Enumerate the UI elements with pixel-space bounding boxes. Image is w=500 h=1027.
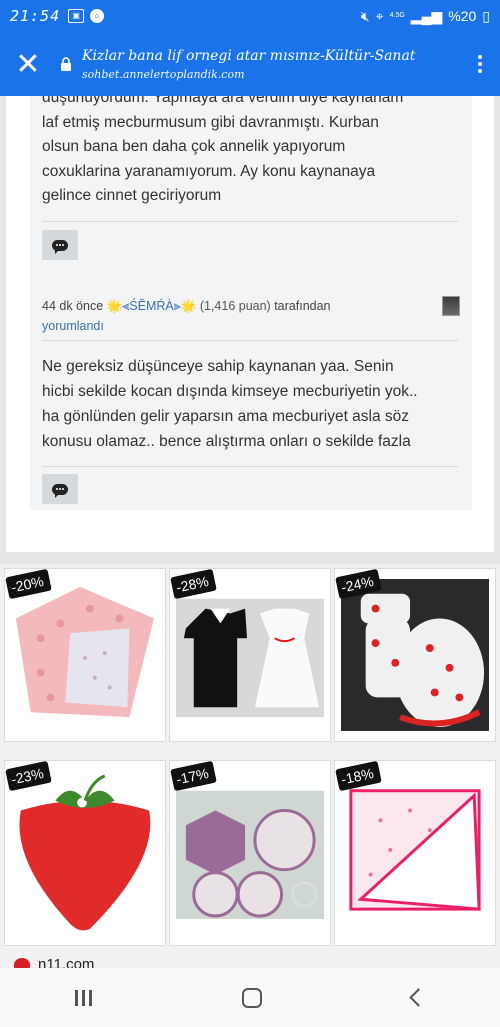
signal-icon: ▂▄▆	[410, 7, 443, 24]
home-notification-icon: ⌂	[90, 9, 105, 23]
reply-button[interactable]	[42, 230, 78, 260]
gallery-icon: ▣	[68, 9, 85, 23]
reply-icon	[52, 239, 68, 254]
comment-text: Ne gereksiz düşünceye sahip kaynanan yaa…	[42, 358, 418, 450]
comments-panel: düşünüyordum. Yapmaya ara verdim diye ka…	[6, 96, 494, 552]
status-bar: 21:54 ▣ ⌂ 🔇︎ ⌖ 4.5G ▂▄▆ %20 ▯	[0, 0, 500, 32]
product-image-towel	[341, 771, 489, 935]
product-image-gloves	[341, 579, 489, 731]
reply-button[interactable]	[42, 474, 78, 504]
page-title-area[interactable]: Kizlar bana lif ornegi atar mısınız-Kült…	[82, 48, 460, 81]
network-label: 4.5G	[389, 12, 405, 19]
page-title: Kizlar bana lif ornegi atar mısınız-Kült…	[82, 47, 416, 64]
ad-product-tile[interactable]: -28%	[169, 568, 331, 742]
comment-card: 44 dk önce 🌟⫷ŚĔMŔÀ⫸🌟 (1,416 puan) tarafı…	[30, 284, 472, 510]
ad-product-tile[interactable]: -17%	[169, 760, 331, 946]
user-points: (1,416 puan)	[199, 299, 271, 313]
status-time: 21:54	[10, 7, 61, 25]
product-image-strawberry	[11, 771, 159, 935]
ad-product-tile[interactable]: -24%	[334, 568, 496, 742]
ad-product-tile[interactable]: -18%	[334, 760, 496, 946]
location-icon: ⌖	[375, 7, 384, 24]
battery-icon: ▯	[482, 7, 490, 24]
product-image-doilies	[176, 771, 324, 935]
ad-product-tile[interactable]: -20%	[4, 568, 166, 742]
reply-icon	[52, 483, 68, 498]
comment-text: düşünüyordum. Yapmaya ara verdim diye ka…	[42, 96, 404, 204]
by-label: tarafından	[274, 299, 331, 313]
more-vert-icon[interactable]	[460, 32, 500, 96]
close-icon[interactable]: ✕	[0, 32, 56, 96]
username-link[interactable]: 🌟⫷ŚĔMŔÀ⫸🌟	[107, 299, 197, 313]
recents-icon[interactable]	[75, 989, 92, 1006]
ad-banner: ⓘ ✕ -20% -28% -24%	[0, 564, 500, 973]
divider	[42, 221, 458, 222]
divider	[42, 466, 458, 467]
back-icon[interactable]	[409, 988, 428, 1007]
divider	[42, 340, 458, 341]
time-ago: 44 dk önce	[42, 299, 104, 313]
commented-link[interactable]: yorumlandı	[42, 319, 104, 333]
home-icon[interactable]	[242, 987, 262, 1008]
system-nav-bar	[0, 968, 500, 1027]
product-image-tuxedo-dress	[176, 579, 324, 731]
page-url: sohbet.annelertoplandik.com	[82, 67, 245, 81]
comment-meta: 44 dk önce 🌟⫷ŚĔMŔÀ⫸🌟 (1,416 puan) tarafı…	[42, 296, 432, 336]
avatar[interactable]	[442, 296, 460, 316]
product-image-blanket	[11, 579, 159, 731]
lock-icon[interactable]	[56, 49, 76, 79]
battery-label: %20	[448, 8, 477, 24]
browser-toolbar: ✕ Kizlar bana lif ornegi atar mısınız-Kü…	[0, 32, 500, 96]
ad-product-tile[interactable]: -23%	[4, 760, 166, 946]
mute-icon: 🔇︎	[360, 7, 370, 24]
